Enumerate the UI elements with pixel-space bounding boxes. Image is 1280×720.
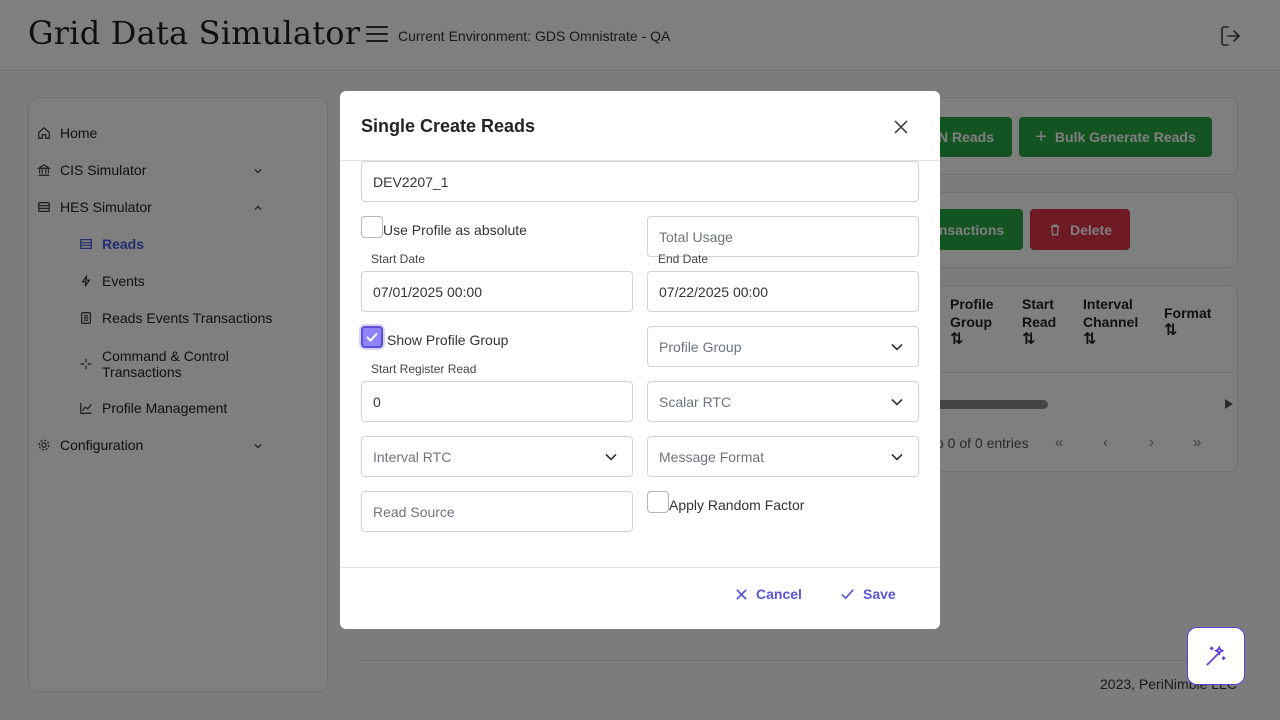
single-create-reads-modal: Single Create Reads DEV2207_1 Use Profil… [340, 91, 940, 629]
cancel-button[interactable]: Cancel [735, 580, 802, 608]
message-format-select[interactable]: Message Format [647, 436, 919, 477]
chevron-down-icon [891, 398, 903, 406]
use-profile-absolute-label: Use Profile as absolute [383, 222, 527, 238]
check-icon [841, 588, 854, 599]
interval-rtc-select[interactable]: Interval RTC [361, 436, 633, 477]
select-placeholder: Scalar RTC [659, 393, 732, 410]
select-placeholder: Interval RTC [373, 448, 452, 465]
apply-random-factor-label: Apply Random Factor [669, 497, 805, 513]
end-date-label: End Date [658, 252, 709, 266]
save-button[interactable]: Save [840, 580, 896, 608]
chevron-down-icon [605, 453, 617, 461]
use-profile-absolute-checkbox[interactable] [361, 216, 383, 238]
device-id-input[interactable]: DEV2207_1 [361, 161, 919, 202]
chevron-down-icon [891, 343, 903, 351]
close-icon[interactable] [892, 118, 910, 136]
start-register-read-label: Start Register Read [371, 362, 477, 376]
apply-random-factor-checkbox[interactable] [647, 491, 669, 513]
show-profile-group-label: Show Profile Group [387, 332, 509, 348]
magic-wand-icon [1206, 645, 1226, 666]
scalar-rtc-select[interactable]: Scalar RTC [647, 381, 919, 422]
start-date-label: Start Date [371, 252, 426, 266]
button-label: Cancel [756, 586, 802, 602]
modal-title: Single Create Reads [361, 116, 536, 136]
magic-wand-button[interactable] [1187, 627, 1245, 685]
button-label: Save [863, 586, 896, 602]
check-icon [366, 332, 378, 342]
chevron-down-icon [891, 453, 903, 461]
close-icon [736, 588, 747, 600]
start-register-read-input[interactable]: 0 [361, 381, 633, 422]
end-date-input[interactable]: 07/22/2025 00:00 [647, 271, 919, 312]
read-source-input[interactable]: Read Source [361, 491, 633, 532]
show-profile-group-checkbox[interactable] [361, 326, 383, 348]
profile-group-select[interactable]: Profile Group [647, 326, 919, 367]
modal-header: Single Create Reads [340, 91, 940, 161]
select-placeholder: Profile Group [659, 338, 742, 355]
start-date-input[interactable]: 07/01/2025 00:00 [361, 271, 633, 312]
total-usage-input[interactable]: Total Usage [647, 216, 919, 257]
select-placeholder: Message Format [659, 448, 765, 465]
